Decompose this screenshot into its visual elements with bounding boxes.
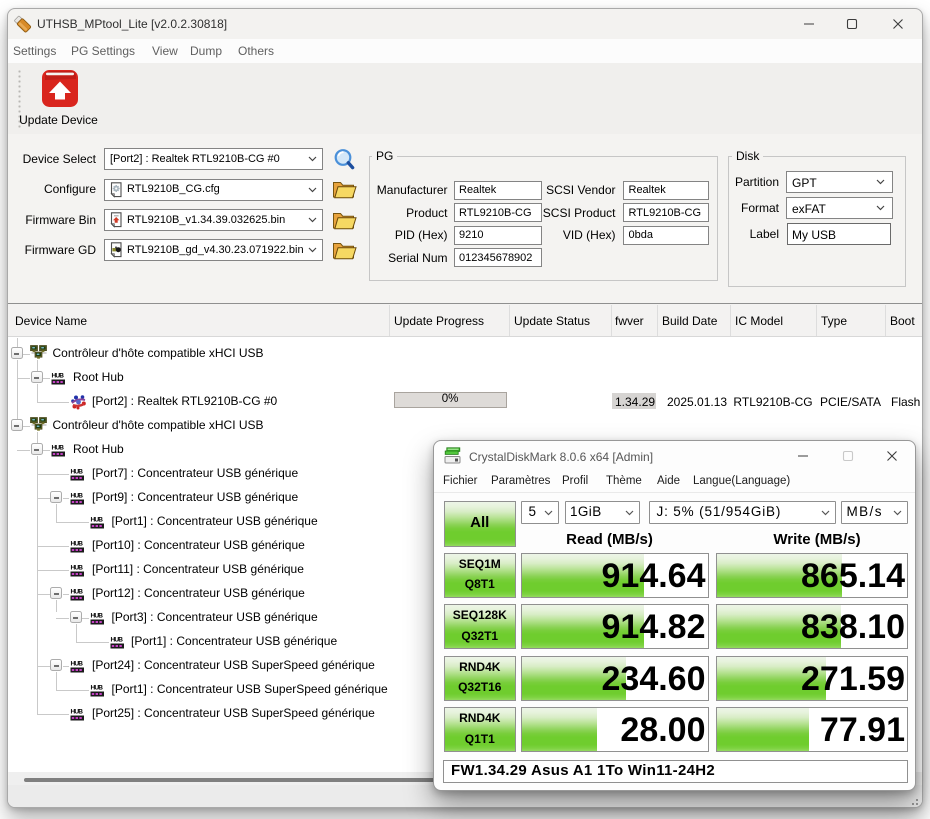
svg-text:HUB: HUB — [51, 444, 64, 451]
svg-text:HUB: HUB — [90, 612, 103, 619]
svg-text:HUB: HUB — [90, 684, 103, 691]
svg-text:HUB: HUB — [110, 636, 123, 643]
svg-text:HUB: HUB — [70, 468, 83, 475]
svg-text:HUB: HUB — [90, 516, 103, 523]
svg-text:HUB: HUB — [70, 492, 83, 499]
svg-text:HUB: HUB — [70, 708, 83, 715]
svg-text:HUB: HUB — [51, 372, 64, 379]
svg-text:HUB: HUB — [70, 588, 83, 595]
svg-text:HUB: HUB — [70, 564, 83, 571]
svg-text:HUB: HUB — [70, 540, 83, 547]
svg-text:HUB: HUB — [70, 660, 83, 667]
